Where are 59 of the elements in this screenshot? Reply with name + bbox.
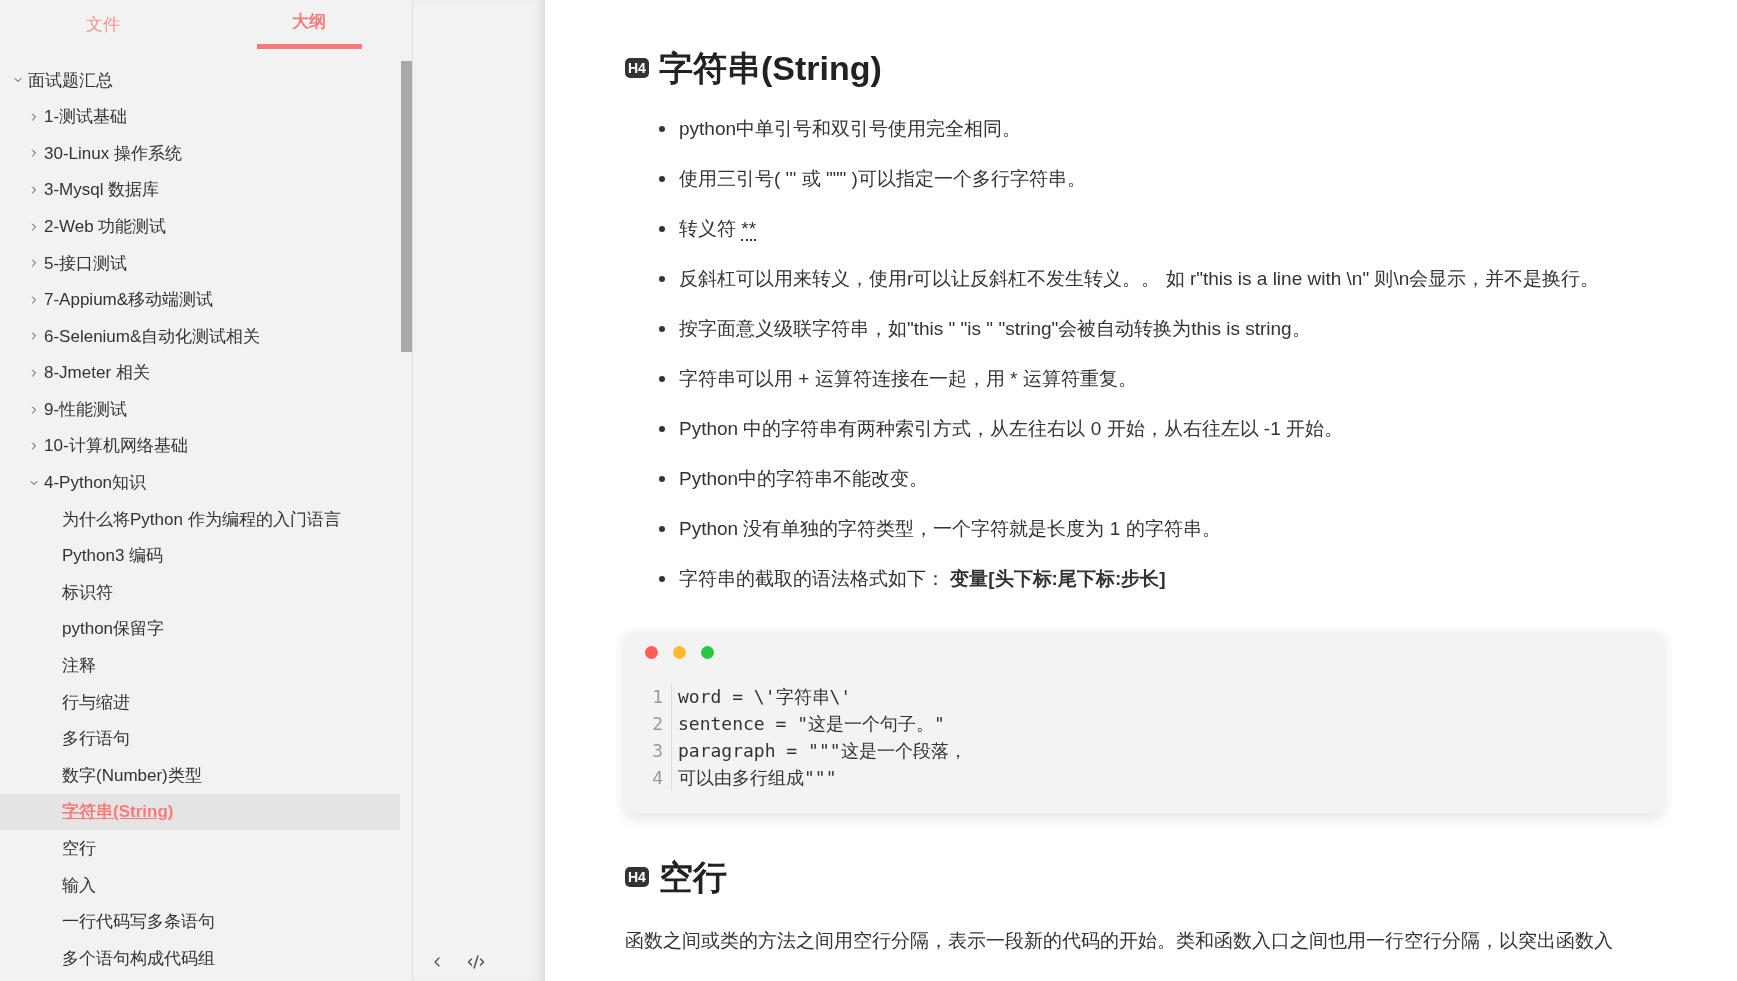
bullet-icon (659, 526, 665, 532)
line-number: 4 (651, 766, 664, 790)
outline-item[interactable]: 空行 (0, 830, 400, 868)
outline-item[interactable]: 注释 (0, 647, 400, 685)
outline-item[interactable]: 7-Appium&移动端测试 (0, 281, 400, 319)
bullet-text: Python中的字符串不能改变。 (679, 466, 929, 491)
bullet-text: 使用三引号( ''' 或 """ )可以指定一个多行字符串。 (679, 166, 1086, 191)
line-number: 2 (651, 712, 664, 736)
bullet-text: 按字面意义级联字符串，如"this " "is " "string"会被自动转换为this is string。 (679, 316, 1311, 341)
outline-item[interactable]: 10-计算机网络基础 (0, 427, 400, 465)
heading-level-badge: H4 (625, 58, 649, 78)
outline-item[interactable]: 5-接口测试 (0, 244, 400, 282)
bullet-text: 字符串可以用 + 运算符连接在一起，用 * 运算符重复。 (679, 366, 1137, 391)
bullet-text: 转义符 ** (679, 216, 757, 243)
bullet-icon (659, 426, 665, 432)
outline-item[interactable]: 多个语句构成代码组 (0, 940, 400, 977)
outline-item[interactable]: 2-Web 功能测试 (0, 208, 400, 245)
section-heading: 空行 (658, 857, 727, 897)
bullet-icon (659, 226, 665, 232)
paragraph-text: 函数之间或类的方法之间用空行分隔，表示一段新的代码的开始。类和函数入口之间也用一行空行分隔，以突出函数入 (625, 929, 1614, 953)
outline-item[interactable]: 3-Mysql 数据库 (0, 171, 400, 209)
outline-item[interactable]: 面试题汇总 (0, 62, 400, 99)
bullet-text: 字符串的截取的语法格式如下： 变量[头下标:尾下标:步长] (679, 566, 1166, 591)
bullet-icon (659, 576, 665, 582)
outline-item[interactable]: 标识符 (0, 574, 400, 611)
bullet-text: python中单引号和双引号使用完全相同。 (679, 116, 1022, 141)
code-line: sentence = "这是一个句子。" (678, 712, 945, 736)
heading-level-badge: H4 (625, 867, 649, 887)
outline-item[interactable]: Python3 编码 (0, 537, 400, 575)
bullet-icon (659, 276, 665, 282)
line-number: 1 (651, 685, 664, 709)
outline-item[interactable]: 输入 (0, 867, 400, 904)
code-line: word = \'字符串\' (678, 685, 852, 709)
bullet-icon (659, 476, 665, 482)
outline-item[interactable]: 6-Selenium&自动化测试相关 (0, 318, 400, 355)
outline-item[interactable]: 8-Jmeter 相关 (0, 354, 400, 392)
bullet-icon (659, 326, 665, 332)
bullet-text: Python 中的字符串有两种索引方式，从左往右以 0 开始，从右往左以 -1 开始。 (679, 416, 1343, 441)
bullet-icon (659, 176, 665, 182)
outline-item[interactable]: 为什么将Python 作为编程的入门语言 (0, 501, 400, 538)
bullet-text: 反斜杠可以用来转义，使用r可以让反斜杠不发生转义。。 如 r"this is a line with \n" 则\n会显示，并不是换行。 (679, 266, 1600, 291)
bullet-icon (659, 376, 665, 382)
outline-item[interactable]: 数字(Number)类型 (0, 757, 400, 794)
line-number: 3 (651, 739, 664, 763)
outline-item[interactable]: 1-测试基础 (0, 98, 400, 136)
code-icon[interactable] (467, 953, 485, 971)
outline-item[interactable]: 4-Python知识 (0, 464, 400, 502)
outline-item[interactable]: 行与缩进 (0, 684, 400, 721)
outline-item[interactable]: 多行语句 (0, 720, 400, 758)
scrollbar-thumb[interactable] (401, 61, 412, 352)
outline-item[interactable]: 30-Linux 操作系统 (0, 135, 400, 172)
bullet-icon (659, 126, 665, 132)
code-line: paragraph = """这是一个段落， (678, 739, 967, 763)
bullet-text: Python 没有单独的字符类型，一个字符就是长度为 1 的字符串。 (679, 516, 1221, 541)
outline-item[interactable]: python保留字 (0, 610, 400, 648)
code-line: 可以由多行组成""" (678, 766, 837, 790)
outline-item[interactable]: 一行代码写多条语句 (0, 903, 400, 941)
outline-item[interactable]: 9-性能测试 (0, 391, 400, 428)
section-heading: 字符串(String) (658, 48, 882, 88)
